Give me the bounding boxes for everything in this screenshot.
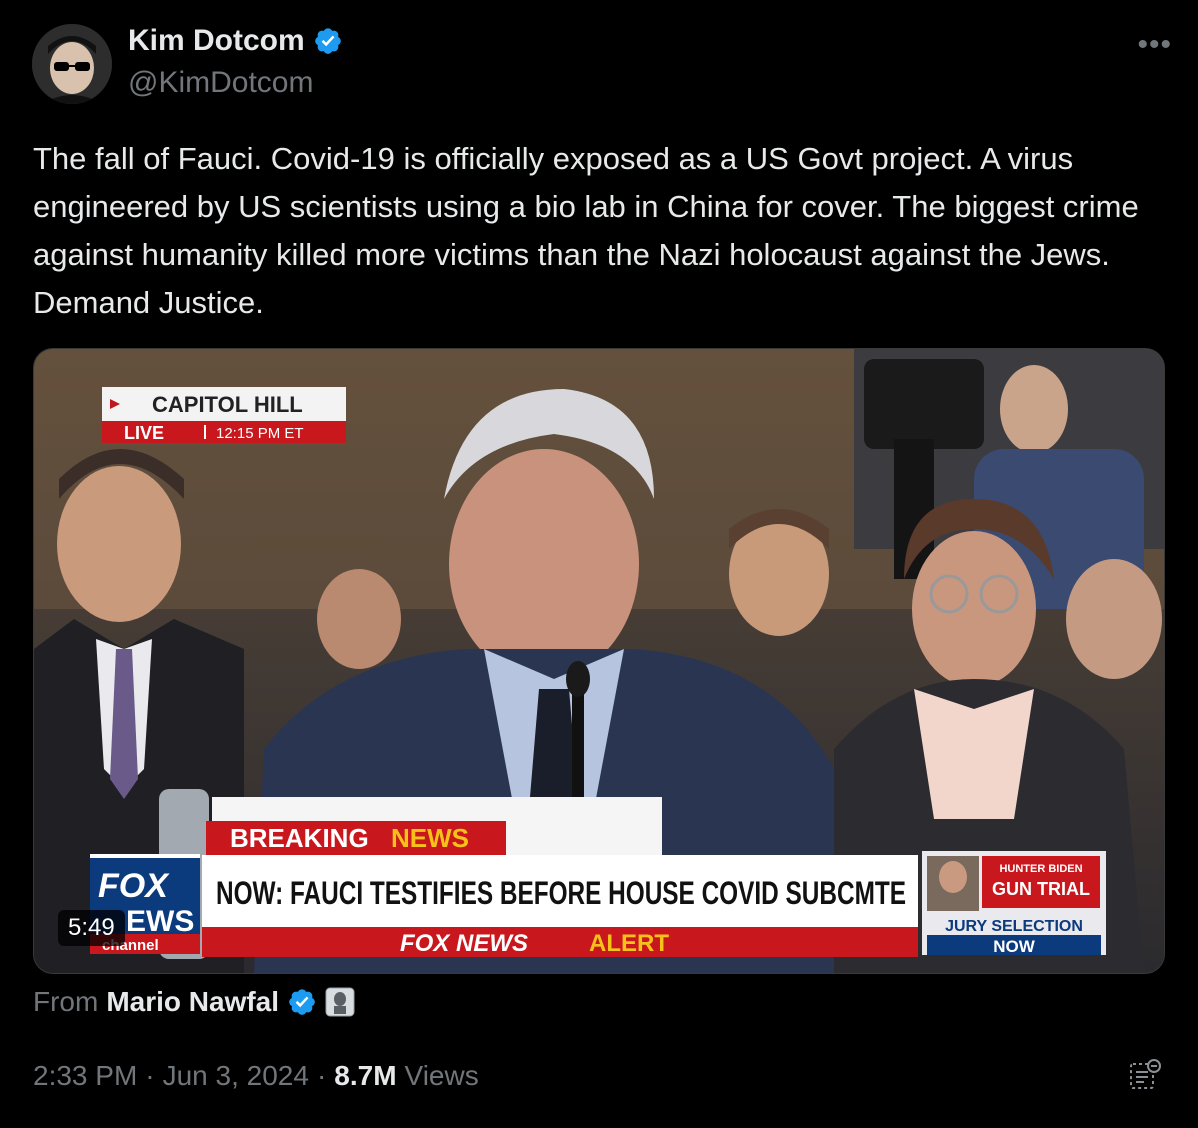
- more-options-icon[interactable]: •••: [1137, 28, 1172, 62]
- side-bottom-text: NOW: [993, 937, 1036, 956]
- from-prefix: From: [33, 986, 99, 1017]
- alert-brand-text: FOX NEWS: [400, 930, 528, 957]
- author-name-row[interactable]: Kim Dotcom: [128, 24, 343, 58]
- from-author-link[interactable]: Mario Nawfal: [106, 986, 279, 1018]
- live-label: LIVE: [124, 423, 164, 443]
- separator-dot: ·: [145, 1060, 155, 1091]
- author-handle[interactable]: @KimDotcom: [128, 66, 313, 100]
- logo-mid-text: EWS: [126, 905, 194, 938]
- tweet-meta-row: 2:33 PM · Jun 3, 2024 · 8.7M Views: [33, 1060, 479, 1092]
- headline-text: NOW: FAUCI TESTIFIES BEFORE HOUSE COVID …: [216, 875, 906, 911]
- location-label: CAPITOL HILL: [152, 392, 303, 417]
- breaking-news-banner: BREAKING NEWS: [206, 821, 506, 855]
- tweet-date[interactable]: Jun 3, 2024: [163, 1060, 309, 1092]
- views-count: 8.7M: [334, 1060, 397, 1091]
- live-time: 12:15 PM ET: [216, 425, 304, 442]
- avatar-image: [32, 24, 112, 104]
- side-top2-text: GUN TRIAL: [992, 879, 1090, 899]
- breaking-label: BREAKING: [230, 823, 369, 853]
- verified-badge-icon: [314, 28, 341, 54]
- news-label: NEWS: [391, 823, 469, 853]
- post-analytics-icon[interactable]: [1128, 1058, 1162, 1092]
- logo-top-text: FOX: [98, 867, 170, 905]
- headline-banner: NOW: FAUCI TESTIFIES BEFORE HOUSE COVID …: [202, 855, 918, 957]
- separator-dot: ·: [316, 1060, 327, 1091]
- hunter-biden-bug: HUNTER BIDEN GUN TRIAL JURY SELECTION NO…: [922, 851, 1106, 956]
- side-mid-text: JURY SELECTION: [945, 918, 1083, 935]
- video-player[interactable]: CAPITOL HILL LIVE 12:15 PM ET BREAKING N…: [33, 348, 1165, 974]
- alert-text: ALERT: [589, 930, 669, 957]
- author-avatar[interactable]: [32, 24, 112, 104]
- views-label: Views: [404, 1060, 479, 1091]
- video-duration-badge: 5:49: [58, 910, 125, 946]
- affiliate-badge-icon[interactable]: [325, 987, 355, 1017]
- attribution-row: From Mario Nawfal: [33, 986, 355, 1018]
- verified-badge-icon: [289, 989, 315, 1015]
- author-display-name[interactable]: Kim Dotcom: [128, 24, 305, 58]
- tweet-time[interactable]: 2:33 PM: [33, 1060, 137, 1092]
- video-frame: CAPITOL HILL LIVE 12:15 PM ET BREAKING N…: [34, 349, 1164, 973]
- location-bug: CAPITOL HILL LIVE 12:15 PM ET: [102, 387, 346, 443]
- tweet-text: The fall of Fauci. Covid-19 is officiall…: [33, 141, 1139, 320]
- side-top1-text: HUNTER BIDEN: [999, 863, 1082, 875]
